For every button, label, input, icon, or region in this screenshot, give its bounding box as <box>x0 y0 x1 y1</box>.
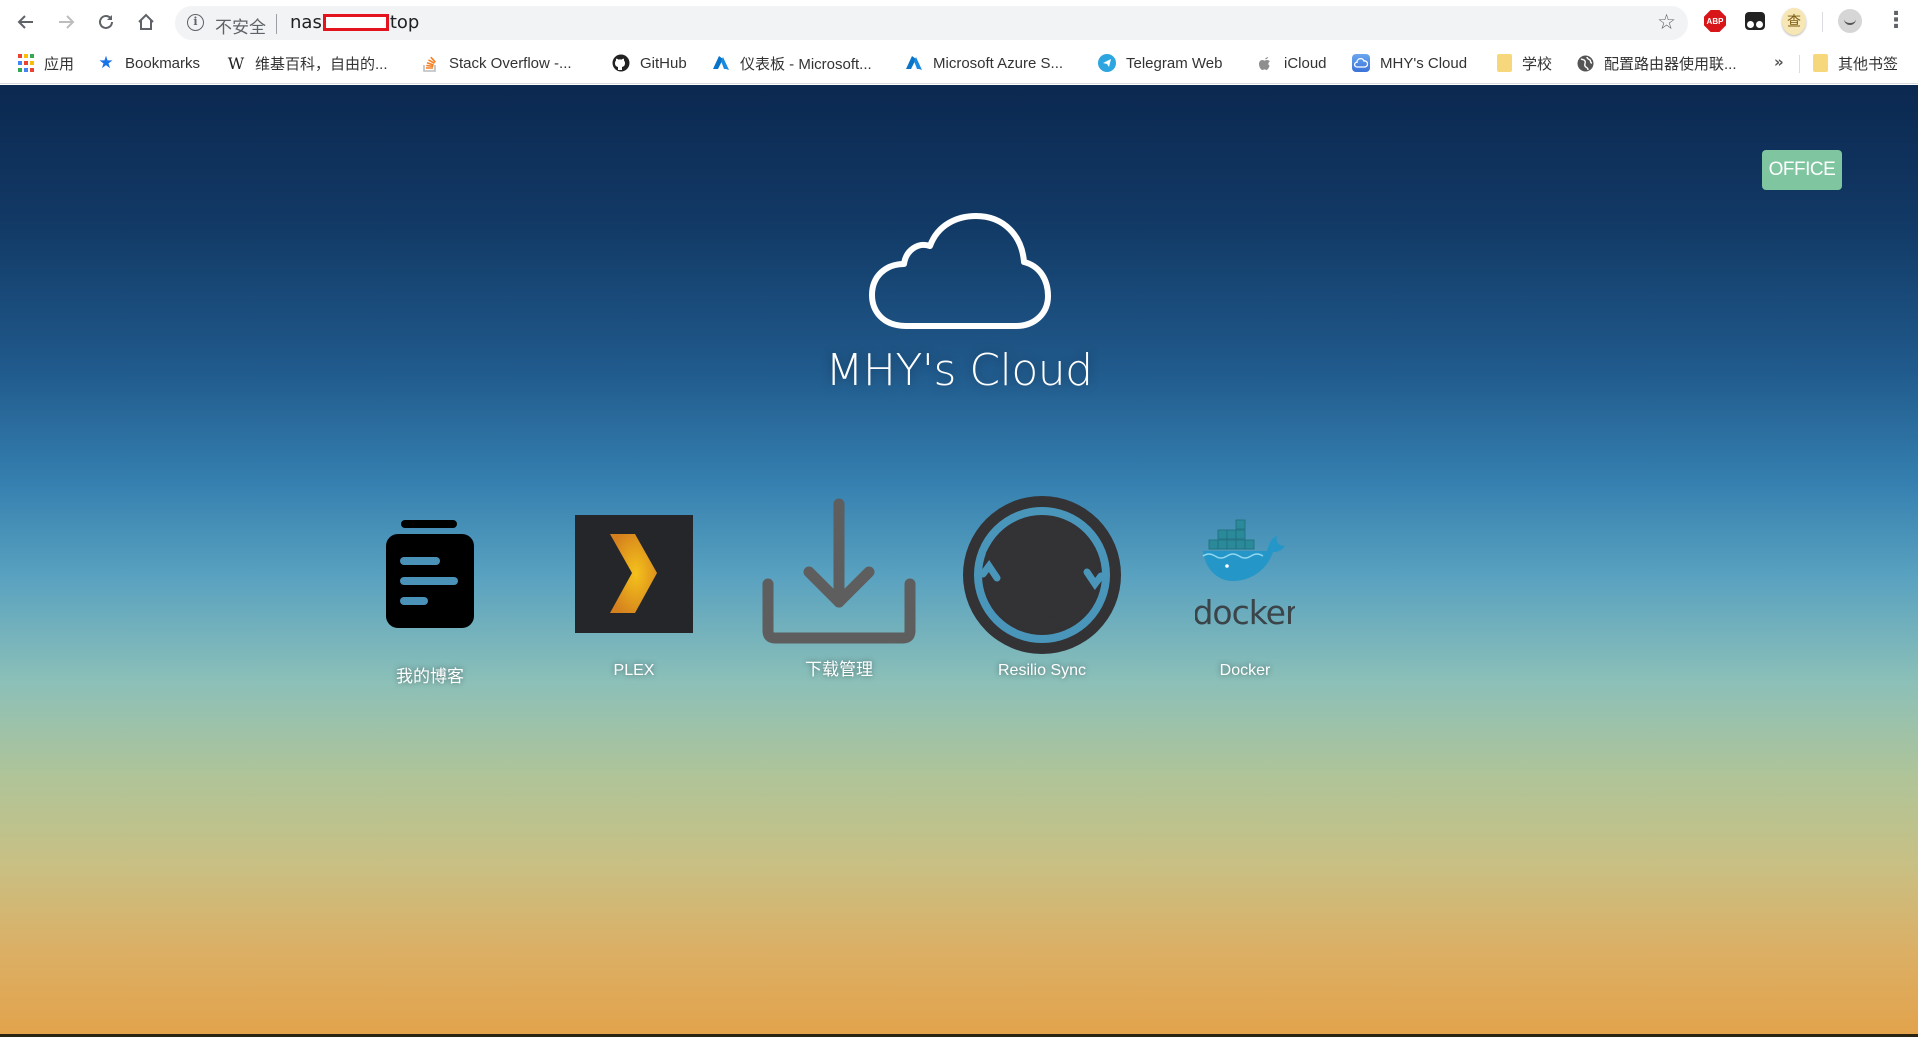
bookmark-label: GitHub <box>640 54 687 72</box>
bookmark-router-config[interactable]: 配置路由器使用联... <box>1576 51 1737 75</box>
app-tile-plex[interactable]: PLEX <box>574 490 694 690</box>
cloud-logo-icon <box>869 213 1051 329</box>
bookmark-bookmarks[interactable]: ★ Bookmarks <box>97 51 200 75</box>
reload-icon <box>99 14 113 29</box>
dictionary-extension[interactable]: 查 <box>1782 7 1806 35</box>
apps-grid-icon <box>18 54 34 72</box>
bookmark-stackoverflow[interactable]: Stack Overflow -... <box>421 51 572 75</box>
bookmark-label: 仪表板 - Microsoft... <box>740 55 872 73</box>
plex-icon <box>575 515 693 633</box>
app-label: Resilio Sync <box>997 662 1087 679</box>
folder-icon <box>1813 54 1828 72</box>
forward-button[interactable] <box>52 8 80 36</box>
bookmark-label: Bookmarks <box>125 54 201 72</box>
browser-toolbar: i 不安全 nas top ☆ ABP 查 ⋮ <box>0 0 1918 43</box>
bookmark-apps[interactable]: 应用 <box>18 51 74 75</box>
github-icon <box>612 54 630 72</box>
wikipedia-icon: W <box>227 53 245 73</box>
back-arrow-icon <box>17 15 33 29</box>
folder-icon <box>1497 54 1512 72</box>
reload-button[interactable] <box>92 8 120 36</box>
bookmark-wikipedia[interactable]: W 维基百科，自由的... <box>227 51 388 75</box>
apple-icon <box>1256 54 1274 72</box>
bookmarks-divider <box>1799 55 1800 73</box>
app-label: 我的博客 <box>396 667 464 686</box>
app-tile-download-manager[interactable]: 下载管理 <box>760 490 918 690</box>
avatar-icon <box>1838 9 1862 33</box>
tampermonkey-extension[interactable] <box>1743 9 1767 33</box>
bookmark-label: Stack Overflow -... <box>449 54 572 72</box>
bookmark-label: 其他书签 <box>1838 55 1899 73</box>
azure-icon <box>712 54 730 72</box>
bookmark-label: 配置路由器使用联... <box>1604 55 1737 73</box>
bookmark-folder-school[interactable]: 学校 <box>1497 51 1552 75</box>
home-button[interactable] <box>132 8 160 36</box>
bookmark-label: Telegram Web <box>1126 54 1223 72</box>
office-button[interactable]: OFFICE <box>1762 150 1842 190</box>
app-label: PLEX <box>613 662 655 679</box>
toolbar-divider <box>1822 12 1823 32</box>
page-title: MHY's Cloud <box>825 345 1093 396</box>
download-icon <box>762 498 916 644</box>
bookmark-label: 维基百科，自由的... <box>255 55 388 73</box>
app-label: Docker <box>1219 662 1271 679</box>
bookmark-label: MHY's Cloud <box>1380 54 1468 72</box>
home-icon <box>138 13 154 30</box>
bookmark-other-bookmarks[interactable]: 其他书签 <box>1813 51 1898 75</box>
bookmarks-overflow-button[interactable]: » <box>1774 53 1784 71</box>
app-label: 下载管理 <box>805 660 873 679</box>
stackoverflow-icon <box>421 54 439 72</box>
abp-icon: ABP <box>1704 10 1726 32</box>
info-icon[interactable]: i <box>187 14 204 31</box>
adblock-plus-extension[interactable]: ABP <box>1703 9 1727 33</box>
bookmark-mhys-cloud[interactable]: MHY's Cloud <box>1352 51 1467 75</box>
redaction-box <box>322 14 389 31</box>
bookmark-label: iCloud <box>1284 54 1327 72</box>
url-text[interactable]: nas top <box>290 12 419 33</box>
dictionary-icon: 查 <box>1782 7 1806 35</box>
bookmark-icloud[interactable]: iCloud <box>1256 51 1327 75</box>
app-tile-blog[interactable]: 我的博客 <box>370 490 490 690</box>
docker-icon: docker <box>1195 519 1295 630</box>
security-status: 不安全 <box>215 18 266 38</box>
address-bar[interactable]: i 不安全 nas top ☆ <box>175 6 1688 40</box>
bookmark-star-icon[interactable]: ☆ <box>1657 10 1676 34</box>
globe-icon <box>1576 54 1594 72</box>
back-button[interactable] <box>12 8 40 36</box>
url-prefix: nas <box>290 12 322 33</box>
browser-menu-button[interactable]: ⋮ <box>1885 8 1907 36</box>
address-separator <box>276 14 277 34</box>
bookmarks-bar: 应用 ★ Bookmarks W 维基百科，自由的... Stack Overf… <box>0 43 1918 84</box>
bookmark-label: 学校 <box>1522 55 1553 73</box>
profile-button[interactable] <box>1838 9 1862 33</box>
cloud-icon <box>1352 54 1370 72</box>
telegram-icon <box>1098 54 1116 72</box>
bookmark-azure-storage[interactable]: Microsoft Azure S... <box>905 51 1063 75</box>
app-tile-resilio-sync[interactable]: Resilio Sync <box>961 490 1123 690</box>
docker-logo-text: docker <box>1195 593 1295 630</box>
blog-icon <box>386 520 474 628</box>
tampermonkey-icon <box>1745 12 1765 30</box>
bookmark-label: 应用 <box>44 55 75 73</box>
url-suffix: top <box>389 12 420 33</box>
bookmark-telegram[interactable]: Telegram Web <box>1098 51 1222 75</box>
bookmark-github[interactable]: GitHub <box>612 51 687 75</box>
bookmark-label: Microsoft Azure S... <box>933 54 1064 72</box>
app-tile-docker[interactable]: docker Docker <box>1185 490 1305 690</box>
forward-arrow-icon <box>59 15 75 29</box>
star-icon: ★ <box>98 53 114 72</box>
azure-icon <box>905 54 923 72</box>
resilio-sync-icon <box>963 496 1121 654</box>
bookmark-azure-dashboard[interactable]: 仪表板 - Microsoft... <box>712 51 872 75</box>
